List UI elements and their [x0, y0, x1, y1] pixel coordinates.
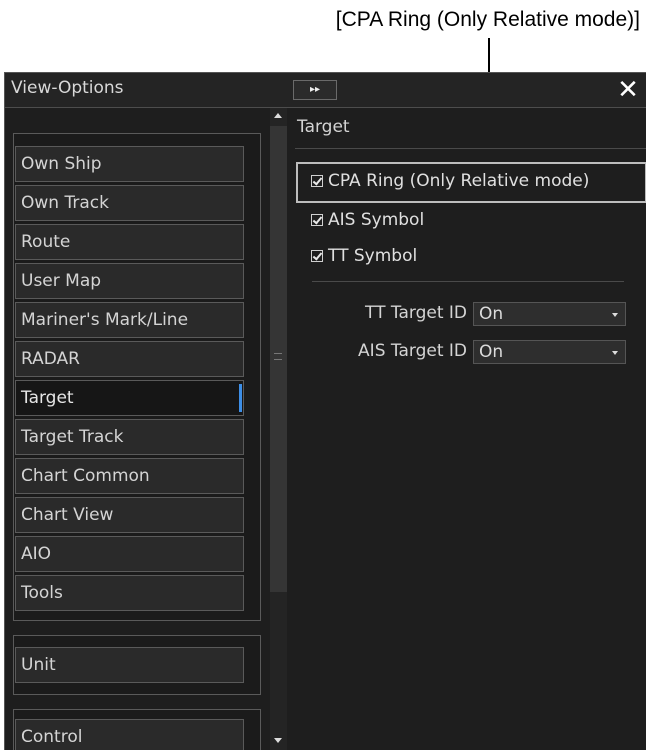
options-divider — [312, 281, 624, 282]
tt-target-id-value: On — [479, 304, 504, 324]
ais-target-id-value: On — [479, 342, 504, 362]
close-icon: ✕ — [617, 75, 639, 105]
sidebar-scrollbar[interactable] — [270, 108, 287, 750]
sidebar-item-own-track[interactable]: Own Track — [15, 185, 244, 221]
sidebar-item-target-track[interactable]: Target Track — [15, 419, 244, 455]
ais-symbol-checkbox[interactable]: AIS Symbol — [311, 210, 424, 230]
dropdown-arrow-icon — [612, 351, 618, 355]
section-divider — [295, 148, 646, 149]
sidebar-item-route[interactable]: Route — [15, 224, 244, 260]
window-title: View-Options — [11, 78, 124, 98]
sidebar-item-chart-view[interactable]: Chart View — [15, 497, 244, 533]
sidebar-item-chart-common[interactable]: Chart Common — [15, 458, 244, 494]
tt-symbol-checkbox[interactable]: TT Symbol — [311, 246, 417, 266]
scroll-up-icon[interactable] — [274, 113, 282, 118]
expand-icon: ▸▸ — [309, 84, 321, 95]
tt-symbol-label: TT Symbol — [328, 246, 418, 266]
callout-label: [CPA Ring (Only Relative mode)] — [335, 8, 640, 31]
scroll-down-icon[interactable] — [274, 738, 282, 743]
sidebar-item-aio[interactable]: AIO — [15, 536, 244, 572]
section-title: Target — [297, 117, 350, 137]
sidebar-item-radar[interactable]: RADAR — [15, 341, 244, 377]
close-button[interactable]: ✕ — [613, 75, 643, 105]
sidebar-item-tools[interactable]: Tools — [15, 575, 244, 611]
sidebar-item-target[interactable]: Target — [15, 380, 244, 416]
sidebar-item-user-map[interactable]: User Map — [15, 263, 244, 299]
tt-target-id-select[interactable]: On — [473, 302, 626, 326]
check-icon — [311, 214, 323, 226]
ais-symbol-label: AIS Symbol — [328, 210, 425, 230]
cpa-ring-label: CPA Ring (Only Relative mode) — [328, 171, 590, 191]
tt-target-id-label: TT Target ID — [365, 303, 467, 323]
scrollbar-thumb[interactable] — [270, 126, 287, 592]
title-bar: View-Options ▸▸ ✕ — [5, 73, 646, 108]
ais-target-id-select[interactable]: On — [473, 340, 626, 364]
check-icon — [311, 250, 323, 262]
view-options-window: View-Options ▸▸ ✕ Own Ship Own Track Rou… — [4, 72, 646, 750]
dropdown-arrow-icon — [612, 313, 618, 317]
cpa-ring-checkbox[interactable]: CPA Ring (Only Relative mode) — [311, 171, 589, 191]
scrollbar-grip — [274, 353, 282, 360]
sidebar-item-control[interactable]: Control — [15, 719, 244, 750]
check-icon — [311, 175, 323, 187]
sidebar-item-own-ship[interactable]: Own Ship — [15, 146, 244, 182]
ais-target-id-label: AIS Target ID — [358, 341, 467, 361]
sidebar-item-unit[interactable]: Unit — [15, 647, 244, 683]
expand-button[interactable]: ▸▸ — [293, 80, 337, 100]
sidebar-item-mariners-mark-line[interactable]: Mariner's Mark/Line — [15, 302, 244, 338]
